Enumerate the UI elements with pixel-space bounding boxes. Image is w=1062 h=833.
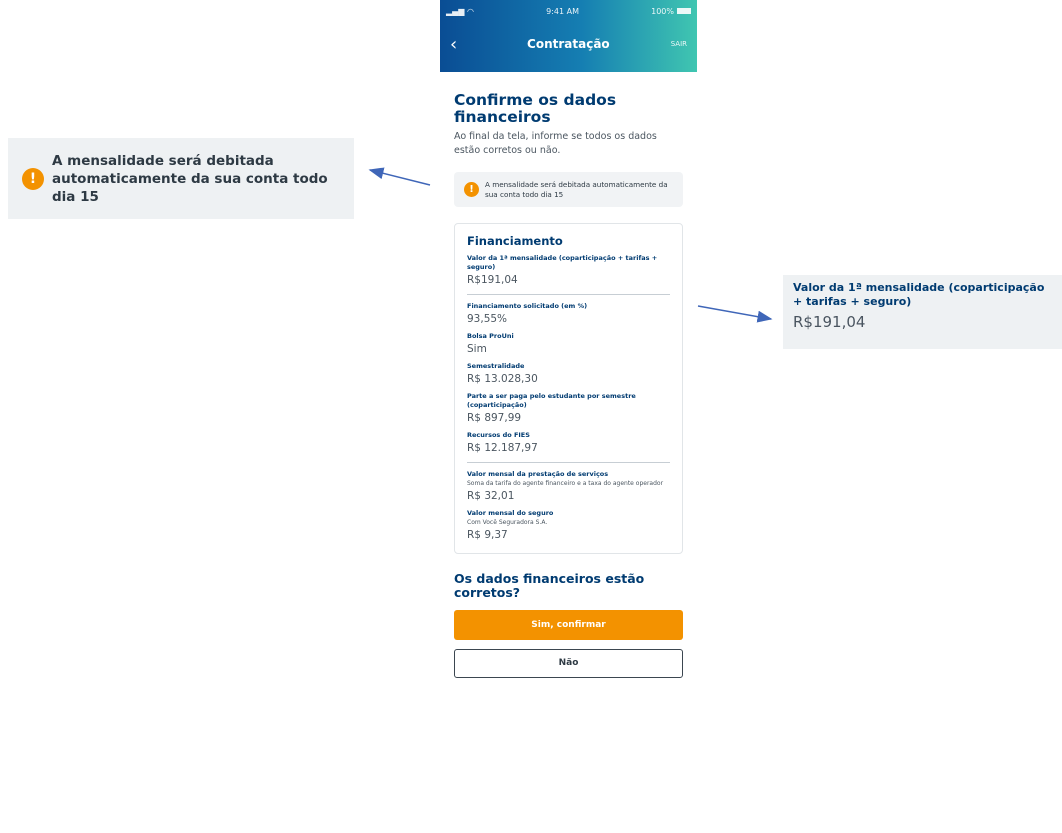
field-value: R$191,04 xyxy=(467,274,518,286)
field-label: Bolsa ProUni xyxy=(467,332,514,340)
nav-title: Contratação xyxy=(527,37,610,51)
field-value: R$ 12.187,97 xyxy=(467,442,538,454)
card-title: Financiamento xyxy=(467,234,563,248)
confirm-no-button[interactable]: Não xyxy=(454,649,683,678)
page-title: Confirme os dados financeiros xyxy=(454,91,617,126)
status-time: 9:41 AM xyxy=(546,6,579,16)
arrow-to-notice-callout xyxy=(368,167,431,186)
field-label: Financiamento solicitado (em %) xyxy=(467,302,588,310)
installment-zoom-value: R$191,04 xyxy=(793,313,866,331)
student-part-field: Parte a ser paga pelo estudante por seme… xyxy=(467,392,670,426)
chevron-left-icon[interactable]: ‹ xyxy=(450,34,466,55)
field-label: Semestralidade xyxy=(467,362,525,370)
phone-screen: ▂▄▆ ◠ 9:41 AM 100% ‹ Contratação SAIR Co… xyxy=(440,0,697,833)
field-value: R$ 32,01 xyxy=(467,490,515,502)
page-subtitle: Ao final da tela, informe se todos os da… xyxy=(454,131,657,156)
nav-bar: ‹ Contratação SAIR xyxy=(440,22,697,66)
confirm-question: Os dados financeiros estão corretos? xyxy=(454,571,645,600)
debit-notice: ! A mensalidade será debitada automatica… xyxy=(454,172,683,207)
arrow-to-installment-callout xyxy=(697,305,773,323)
field-value: 93,55% xyxy=(467,313,508,325)
prouni-field: Bolsa ProUni Sim xyxy=(467,332,670,357)
service-fee-field: Valor mensal da prestação de serviços So… xyxy=(467,470,670,504)
field-value: R$ 9,37 xyxy=(467,529,508,541)
divider xyxy=(467,294,670,295)
field-label: Valor mensal da prestação de serviços xyxy=(467,470,609,478)
notice-zoom-text: A mensalidade será debitada automaticame… xyxy=(52,153,328,205)
field-value: Sim xyxy=(467,343,487,355)
fies-resources-field: Recursos do FIES R$ 12.187,97 xyxy=(467,431,670,456)
app-header: ▂▄▆ ◠ 9:41 AM 100% ‹ Contratação SAIR xyxy=(440,0,697,72)
debit-notice-text: A mensalidade será debitada automaticame… xyxy=(485,180,668,199)
insurance-field: Valor mensal do seguro Com Você Segurado… xyxy=(467,509,670,543)
requested-financing-field: Financiamento solicitado (em %) 93,55% xyxy=(467,302,670,327)
field-label: Recursos do FIES xyxy=(467,431,530,439)
semester-fee-field: Semestralidade R$ 13.028,30 xyxy=(467,362,670,387)
field-label: Parte a ser paga pelo estudante por seme… xyxy=(467,392,636,409)
divider xyxy=(467,462,670,463)
field-note: Soma da tarifa do agente financeiro e a … xyxy=(467,480,664,487)
confirm-yes-button[interactable]: Sim, confirmar xyxy=(454,610,683,640)
financing-card: Financiamento Valor da 1ª mensalidade (c… xyxy=(454,223,683,554)
installment-zoom-label: Valor da 1ª mensalidade (coparticipação … xyxy=(793,281,1045,308)
notice-zoom-callout: ! A mensalidade será debitada automatica… xyxy=(8,138,354,219)
status-bar: ▂▄▆ ◠ 9:41 AM 100% xyxy=(440,0,697,22)
first-installment-field: Valor da 1ª mensalidade (coparticipação … xyxy=(467,254,670,288)
battery-status: 100% xyxy=(651,7,691,16)
exit-button[interactable]: SAIR xyxy=(671,40,687,48)
main-content: Confirme os dados financeiros Ao final d… xyxy=(440,92,697,678)
field-value: R$ 897,99 xyxy=(467,412,522,424)
battery-icon xyxy=(677,8,691,14)
warning-icon: ! xyxy=(464,182,479,197)
field-note: Com Você Seguradora S.A. xyxy=(467,519,548,526)
field-value: R$ 13.028,30 xyxy=(467,373,538,385)
warning-icon: ! xyxy=(22,168,44,190)
signal-wifi-icon: ▂▄▆ ◠ xyxy=(446,6,474,16)
field-label: Valor da 1ª mensalidade (coparticipação … xyxy=(467,254,658,271)
field-label: Valor mensal do seguro xyxy=(467,509,554,517)
installment-zoom-callout: Valor da 1ª mensalidade (coparticipação … xyxy=(783,275,1062,349)
